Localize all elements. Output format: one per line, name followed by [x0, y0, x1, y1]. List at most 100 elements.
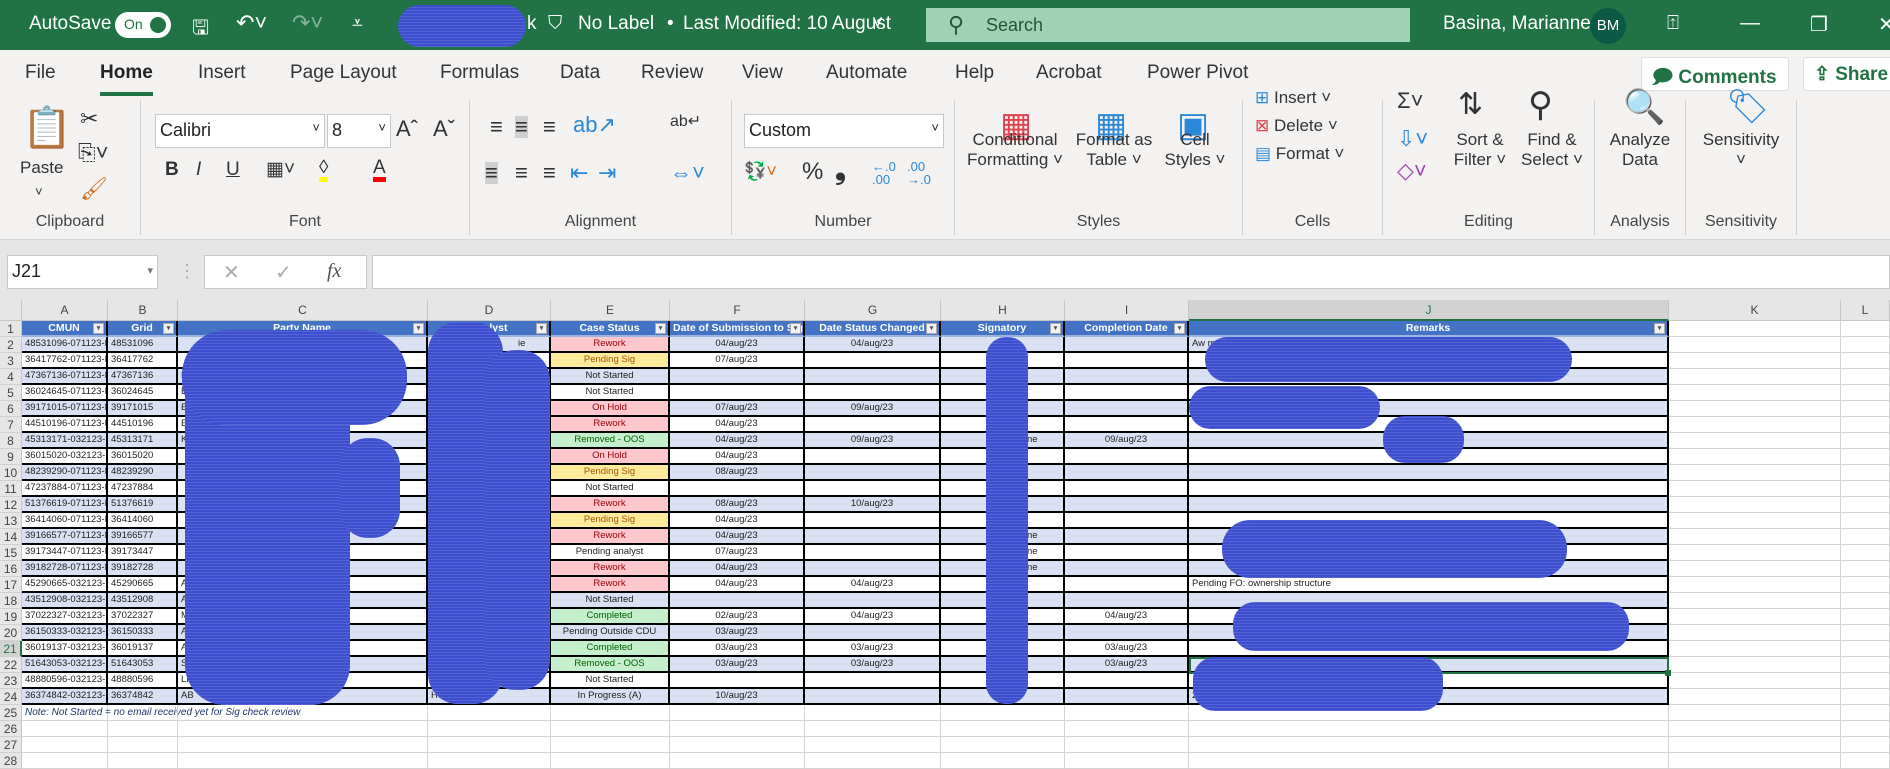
case-status-cell[interactable]: Not Started: [551, 369, 670, 385]
format-cells-button[interactable]: ▤ Format ˅: [1255, 144, 1344, 164]
row-header-18[interactable]: 18: [0, 593, 22, 609]
filter-dropdown-icon[interactable]: ▾: [1050, 323, 1061, 334]
submission-date-cell[interactable]: 07/aug/23: [670, 545, 805, 561]
case-status-cell[interactable]: Removed - OOS: [551, 433, 670, 449]
align-left-icon[interactable]: ≡: [485, 162, 498, 184]
remarks-cell[interactable]: [1189, 465, 1669, 481]
case-status-cell[interactable]: Pending Outside CDU: [551, 625, 670, 641]
cell-L24[interactable]: [1841, 689, 1890, 705]
remarks-cell[interactable]: [1189, 497, 1669, 513]
cell-E26[interactable]: [551, 721, 670, 737]
cell-G26[interactable]: [805, 721, 941, 737]
status-changed-date-cell[interactable]: [805, 561, 941, 577]
cell-B25[interactable]: [108, 705, 178, 721]
cmun-cell[interactable]: 45313171-032123-E: [22, 433, 108, 449]
cell-L1[interactable]: [1841, 321, 1890, 337]
submission-date-cell[interactable]: 10/aug/23: [670, 689, 805, 705]
row-header-13[interactable]: 13: [0, 513, 22, 529]
status-changed-date-cell[interactable]: [805, 625, 941, 641]
cell-styles-button[interactable]: Cell Styles ˅: [1160, 130, 1230, 170]
format-painter-icon[interactable]: 🖌: [80, 178, 108, 200]
autosave-toggle[interactable]: On: [115, 12, 171, 38]
last-modified[interactable]: Last Modified: 10 August: [683, 13, 891, 35]
submission-date-cell[interactable]: 04/aug/23: [670, 529, 805, 545]
column-header-j[interactable]: J: [1189, 300, 1669, 321]
submission-date-cell[interactable]: 04/aug/23: [670, 513, 805, 529]
submission-date-cell[interactable]: 04/aug/23: [670, 449, 805, 465]
case-status-cell[interactable]: Rework: [551, 337, 670, 353]
cell-L2[interactable]: [1841, 337, 1890, 353]
cmun-cell[interactable]: 36150333-032123-E: [22, 625, 108, 641]
cell-L6[interactable]: [1841, 401, 1890, 417]
cell-K24[interactable]: [1669, 689, 1841, 705]
percent-button[interactable]: %: [802, 160, 823, 184]
status-changed-date-cell[interactable]: [805, 689, 941, 705]
close-icon[interactable]: ✕: [1878, 12, 1890, 37]
submission-date-cell[interactable]: 04/aug/23: [670, 561, 805, 577]
column-header-e[interactable]: E: [551, 300, 670, 321]
cell-L4[interactable]: [1841, 369, 1890, 385]
cell-H25[interactable]: [941, 705, 1065, 721]
cell-L14[interactable]: [1841, 529, 1890, 545]
status-changed-date-cell[interactable]: [805, 513, 941, 529]
status-changed-date-cell[interactable]: [805, 529, 941, 545]
tab-insert[interactable]: Insert: [198, 62, 246, 84]
cell-K25[interactable]: [1669, 705, 1841, 721]
completion-date-cell[interactable]: [1065, 689, 1189, 705]
cmun-cell[interactable]: 36015020-032123-E: [22, 449, 108, 465]
completion-date-cell[interactable]: [1065, 401, 1189, 417]
cell-K18[interactable]: [1669, 593, 1841, 609]
clear-icon[interactable]: ◇˅: [1397, 160, 1427, 182]
cell-I27[interactable]: [1065, 737, 1189, 753]
minimize-icon[interactable]: —: [1740, 12, 1760, 35]
row-header-6[interactable]: 6: [0, 401, 22, 417]
cell-L10[interactable]: [1841, 465, 1890, 481]
cell-G25[interactable]: [805, 705, 941, 721]
cell-L3[interactable]: [1841, 353, 1890, 369]
cell-C25[interactable]: [178, 705, 428, 721]
tab-file[interactable]: File: [25, 62, 56, 84]
row-header-20[interactable]: 20: [0, 625, 22, 641]
cell-D25[interactable]: [428, 705, 551, 721]
cell-G28[interactable]: [805, 753, 941, 769]
tab-automate[interactable]: Automate: [826, 62, 907, 84]
cmun-cell[interactable]: 45290665-032123-E: [22, 577, 108, 593]
status-changed-date-cell[interactable]: 04/aug/23: [805, 337, 941, 353]
grid-cell[interactable]: 47237884: [108, 481, 178, 497]
cell-K20[interactable]: [1669, 625, 1841, 641]
cmun-cell[interactable]: 39166577-071123-E: [22, 529, 108, 545]
status-changed-date-cell[interactable]: 03/aug/23: [805, 657, 941, 673]
cell-L22[interactable]: [1841, 657, 1890, 673]
row-header-10[interactable]: 10: [0, 465, 22, 481]
cell-L8[interactable]: [1841, 433, 1890, 449]
cell-D27[interactable]: [428, 737, 551, 753]
grid-cell[interactable]: 36417762: [108, 353, 178, 369]
cell-C26[interactable]: [178, 721, 428, 737]
restore-icon[interactable]: ❐: [1810, 12, 1828, 37]
case-status-cell[interactable]: Not Started: [551, 593, 670, 609]
delete-cells-button[interactable]: ⊠ Delete ˅: [1255, 116, 1338, 136]
ribbon-display-icon[interactable]: ⍐: [1667, 12, 1679, 35]
status-changed-date-cell[interactable]: [805, 593, 941, 609]
cell-F28[interactable]: [670, 753, 805, 769]
case-status-cell[interactable]: On Hold: [551, 401, 670, 417]
cell-K6[interactable]: [1669, 401, 1841, 417]
case-status-cell[interactable]: Rework: [551, 577, 670, 593]
submission-date-cell[interactable]: 03/aug/23: [670, 657, 805, 673]
column-header-f[interactable]: F: [670, 300, 805, 321]
case-status-cell[interactable]: Rework: [551, 497, 670, 513]
cmun-cell[interactable]: 36374842-032123-E: [22, 689, 108, 705]
completion-date-cell[interactable]: [1065, 593, 1189, 609]
tab-data[interactable]: Data: [560, 62, 600, 84]
case-status-cell[interactable]: Rework: [551, 417, 670, 433]
grid-cell[interactable]: 36374842: [108, 689, 178, 705]
row-header-5[interactable]: 5: [0, 385, 22, 401]
row-header-1[interactable]: 1: [0, 321, 22, 337]
cmun-cell[interactable]: 36024645-071123-E: [22, 385, 108, 401]
cmun-cell[interactable]: 39173447-071123-E: [22, 545, 108, 561]
grid-cell[interactable]: 44510196: [108, 417, 178, 433]
cmun-cell[interactable]: 44510196-071123-E: [22, 417, 108, 433]
cell-L19[interactable]: [1841, 609, 1890, 625]
number-format-select[interactable]: Custom ˅: [744, 114, 944, 148]
grid-cell[interactable]: 43512908: [108, 593, 178, 609]
